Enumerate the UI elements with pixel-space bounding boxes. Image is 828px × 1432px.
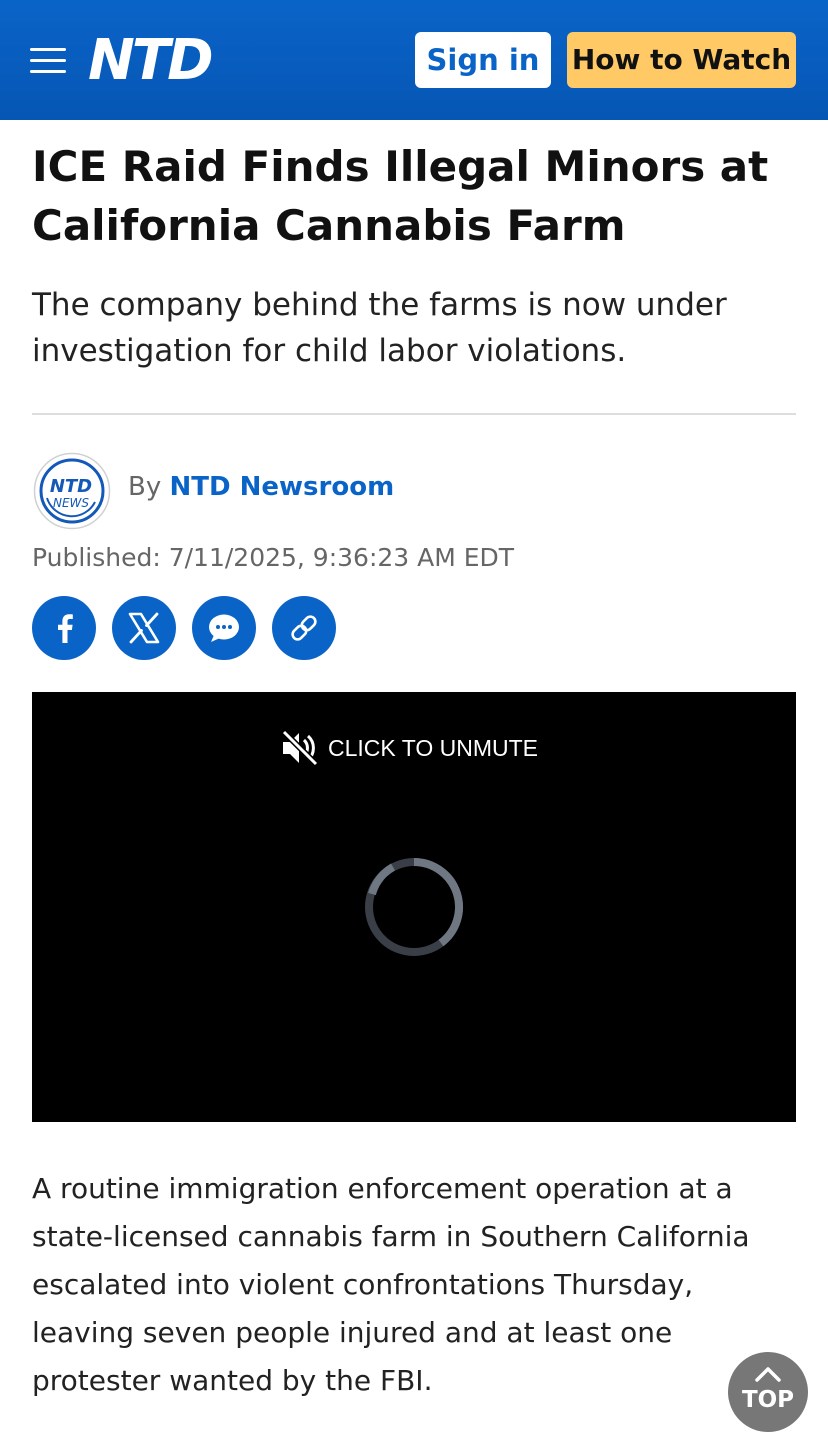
video-player[interactable]: CLICK TO UNMUTE — [32, 692, 796, 1122]
chat-bubble-icon — [209, 614, 239, 642]
copy-link-button[interactable] — [272, 596, 336, 660]
facebook-share-button[interactable] — [32, 596, 96, 660]
article-subtitle: The company behind the farms is now unde… — [32, 287, 727, 369]
scroll-to-top-button[interactable]: TOP — [728, 1352, 808, 1432]
site-header: NTD Sign in How to Watch — [0, 0, 828, 120]
byline-prefix: By — [128, 472, 162, 502]
muted-speaker-icon — [281, 729, 319, 767]
how-to-watch-button[interactable]: How to Watch — [567, 32, 796, 88]
loading-spinner-icon — [365, 858, 463, 956]
unmute-label: CLICK TO UNMUTE — [328, 735, 539, 761]
author-avatar[interactable]: NTD NEWS — [33, 452, 111, 530]
x-share-button[interactable] — [112, 596, 176, 660]
facebook-icon — [58, 614, 73, 643]
link-icon — [291, 615, 317, 641]
svg-text:NTD: NTD — [50, 476, 92, 497]
x-icon — [128, 612, 160, 644]
svg-text:NEWS: NEWS — [53, 496, 89, 510]
author-link[interactable]: NTD Newsroom — [170, 472, 395, 502]
article-body-paragraph: A routine immigration enforcement operat… — [32, 1172, 750, 1397]
divider — [32, 413, 796, 415]
sign-in-button[interactable]: Sign in — [415, 32, 551, 88]
byline: By NTD Newsroom — [128, 470, 394, 504]
chevron-up-icon — [755, 1367, 781, 1382]
published-date: Published: 7/11/2025, 9:36:23 AM EDT — [32, 543, 515, 572]
top-label: TOP — [741, 1387, 795, 1413]
article-title: ICE Raid Finds Illegal Minors at Califor… — [32, 142, 769, 250]
menu-icon[interactable] — [30, 48, 66, 74]
message-share-button[interactable] — [192, 596, 256, 660]
ntd-logo[interactable]: NTD — [88, 26, 214, 96]
